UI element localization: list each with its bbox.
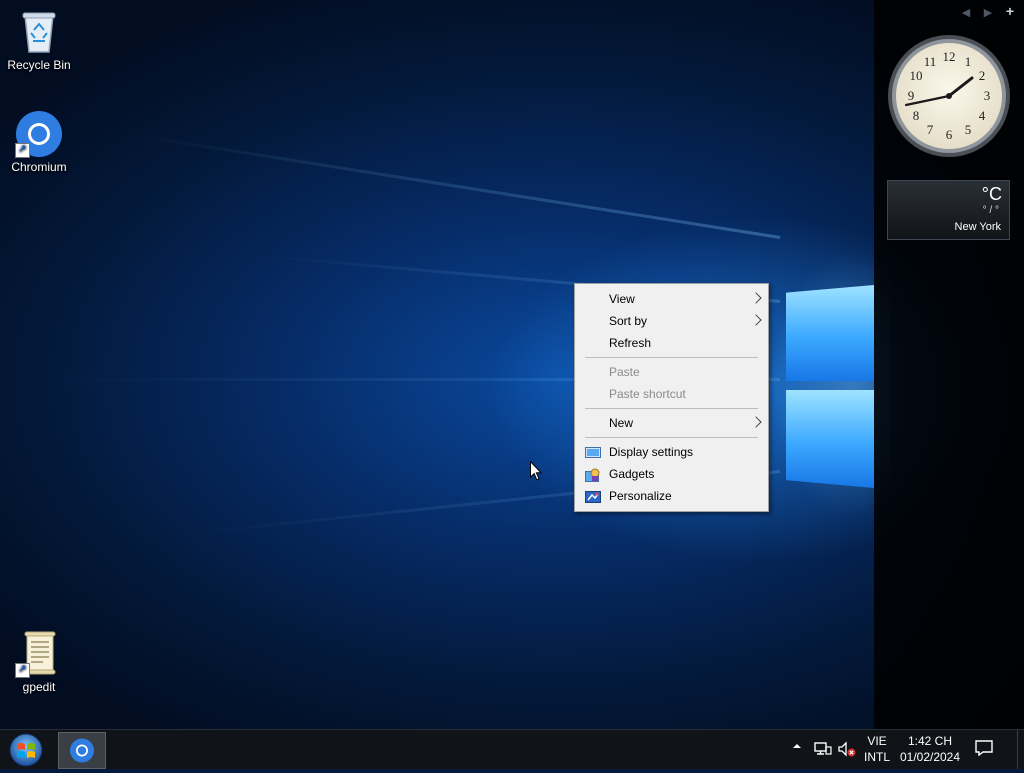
clock-time: 1:42 CH	[907, 734, 953, 748]
weather-range: ° / °	[982, 205, 999, 216]
taskbar: VIE INTL 1:42 CH 01/02/2024	[0, 729, 1024, 769]
menu-item-label: Display settings	[609, 445, 694, 459]
menu-item-label: Sort by	[609, 314, 648, 328]
menu-item-sort-by[interactable]: Sort by	[577, 310, 766, 332]
taskbar-chromium-button[interactable]	[58, 732, 106, 769]
svg-text:1: 1	[965, 54, 972, 69]
chevron-right-icon	[750, 416, 762, 428]
weather-temperature: °C	[981, 184, 1002, 204]
weather-city: New York	[954, 221, 1001, 233]
desktop-icon-chromium[interactable]: ↗ Chromium	[1, 110, 77, 174]
sidebar-controls: ◀ ▶ +	[960, 4, 1016, 19]
svg-text:8: 8	[913, 108, 920, 123]
chromium-icon	[70, 738, 94, 763]
display-settings-icon	[585, 445, 601, 459]
show-hidden-icons-icon[interactable]	[792, 740, 802, 752]
taskbar-clock[interactable]: 1:42 CH 01/02/2024	[898, 733, 962, 772]
menu-item-label: Paste	[609, 365, 640, 379]
menu-item-display-settings[interactable]: Display settings	[577, 441, 766, 463]
mouse-cursor-icon	[530, 461, 542, 481]
language-code: VIE	[867, 734, 887, 748]
windows-start-icon[interactable]	[6, 732, 46, 768]
svg-text:5: 5	[965, 122, 972, 137]
windows-logo-pane	[786, 285, 874, 381]
chromium-icon: ↗	[15, 110, 63, 158]
gadget-sidebar: ◀ ▶ + 12 1 2 3 4 5 6 7 8 9 10 11 °C ° / …	[874, 0, 1024, 729]
chevron-right-icon	[750, 292, 762, 304]
sidebar-prev-icon[interactable]: ◀	[960, 6, 972, 19]
shortcut-arrow-icon: ↗	[15, 143, 30, 158]
svg-text:11: 11	[924, 54, 937, 69]
weather-gadget[interactable]: °C ° / ° New York	[887, 180, 1010, 240]
chevron-right-icon	[750, 314, 762, 326]
desktop-icon-label: Recycle Bin	[7, 58, 71, 72]
action-center-icon[interactable]	[974, 739, 994, 757]
clock-date: 01/02/2024	[899, 750, 961, 764]
desktop-context-menu: View Sort by Refresh Paste Paste shortcu…	[574, 283, 769, 512]
desktop-icon-gpedit[interactable]: ↗ gpedit	[1, 630, 77, 694]
desktop-icon-label: Chromium	[11, 160, 67, 174]
show-desktop-button[interactable]	[1017, 730, 1024, 769]
svg-text:2: 2	[979, 68, 986, 83]
desktop-icon-recycle-bin[interactable]: Recycle Bin	[1, 8, 77, 72]
menu-item-label: Gadgets	[609, 467, 655, 481]
menu-item-view[interactable]: View	[577, 288, 766, 310]
volume-muted-icon[interactable]	[838, 741, 856, 757]
network-icon[interactable]	[814, 741, 832, 757]
keyboard-layout: INTL	[863, 750, 890, 764]
menu-separator	[585, 437, 758, 438]
menu-item-paste: Paste	[577, 361, 766, 383]
svg-text:7: 7	[927, 122, 934, 137]
menu-separator	[585, 408, 758, 409]
shortcut-arrow-icon: ↗	[15, 663, 30, 678]
menu-item-label: Refresh	[609, 336, 652, 350]
windows-logo-pane	[786, 390, 874, 488]
sidebar-add-gadget-icon[interactable]: +	[1004, 4, 1016, 19]
menu-item-label: Personalize	[609, 489, 672, 503]
menu-item-label: View	[609, 292, 635, 306]
menu-item-personalize[interactable]: Personalize	[577, 485, 766, 507]
menu-separator	[585, 357, 758, 358]
light-beam	[127, 132, 781, 239]
input-language-indicator[interactable]: VIE INTL	[862, 733, 892, 772]
menu-item-gadgets[interactable]: Gadgets	[577, 463, 766, 485]
document-icon: ↗	[15, 630, 63, 678]
svg-text:10: 10	[910, 68, 923, 83]
desktop[interactable]: Recycle Bin ↗ Chromium ↗ gpedit View Sor…	[0, 0, 1024, 729]
recycle-bin-icon	[15, 8, 63, 56]
svg-text:4: 4	[979, 108, 986, 123]
gadgets-icon	[585, 467, 601, 482]
menu-item-paste-shortcut: Paste shortcut	[577, 383, 766, 405]
menu-item-label: Paste shortcut	[609, 387, 686, 401]
svg-text:12: 12	[943, 49, 956, 64]
desktop-icon-label: gpedit	[22, 680, 56, 694]
menu-item-new[interactable]: New	[577, 412, 766, 434]
svg-text:9: 9	[908, 88, 915, 103]
svg-text:6: 6	[946, 127, 953, 142]
clock-gadget[interactable]: 12 1 2 3 4 5 6 7 8 9 10 11	[886, 33, 1012, 159]
personalize-icon	[585, 489, 601, 503]
menu-item-label: New	[609, 416, 634, 430]
menu-item-refresh[interactable]: Refresh	[577, 332, 766, 354]
svg-text:3: 3	[984, 88, 991, 103]
sidebar-next-icon[interactable]: ▶	[982, 6, 994, 19]
